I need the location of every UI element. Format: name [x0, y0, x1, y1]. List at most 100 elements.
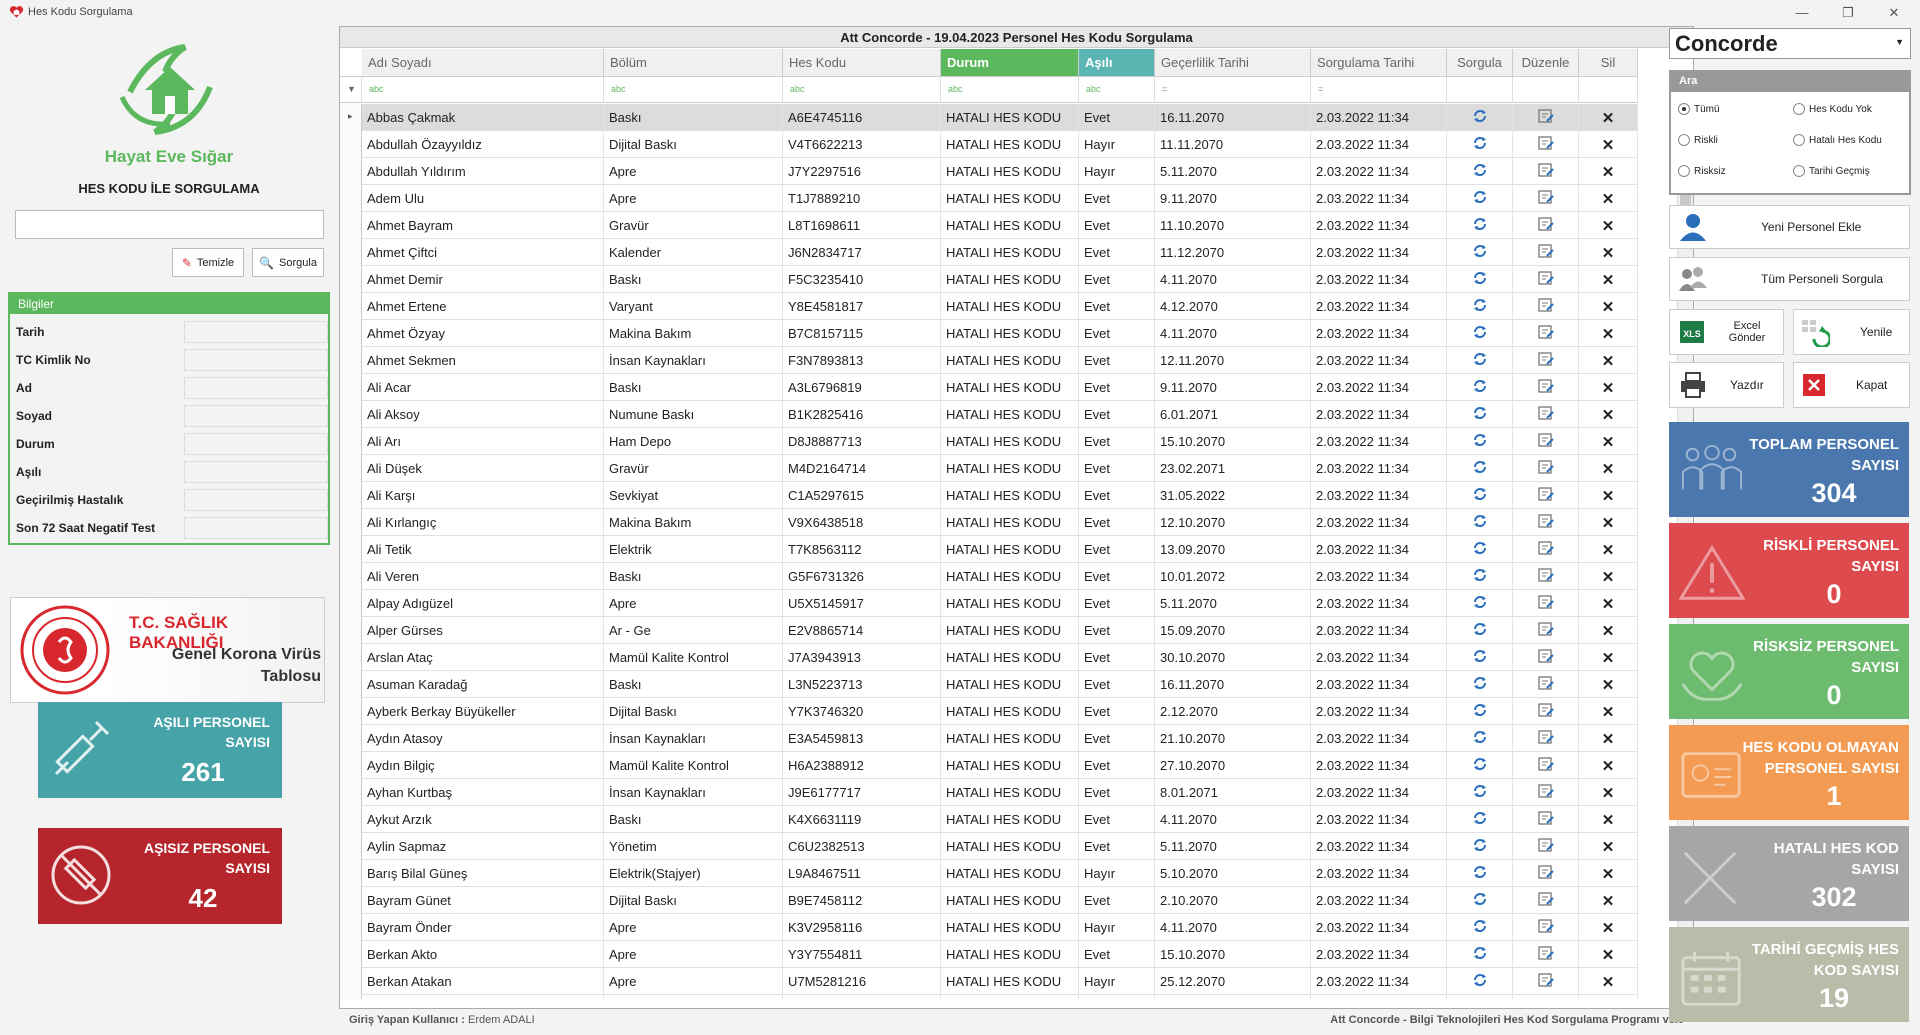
row-indicator[interactable]: [340, 941, 362, 968]
table-row[interactable]: Abdullah Yıldırım Apre J7Y2297516 HATALI HE…: [340, 158, 1638, 185]
table-row[interactable]: Ayberk Berkay Büyükeller Dijital Baskı Y7K…: [340, 698, 1638, 725]
row-indicator[interactable]: [340, 698, 362, 725]
query-row-icon[interactable]: [1447, 185, 1513, 212]
query-row-icon[interactable]: [1447, 401, 1513, 428]
row-indicator[interactable]: [340, 968, 362, 995]
row-indicator[interactable]: [340, 725, 362, 752]
stat-card-people[interactable]: TOPLAM PERSONEL SAYISI 304: [1669, 422, 1909, 517]
table-row[interactable]: Bayram Günet Dijital Baskı B9E7458112 HATAL…: [340, 887, 1638, 914]
query-row-icon[interactable]: [1447, 644, 1513, 671]
edit-row-icon[interactable]: [1513, 941, 1579, 968]
edit-row-icon[interactable]: [1513, 320, 1579, 347]
delete-row-icon[interactable]: ✕: [1579, 968, 1638, 995]
query-row-icon[interactable]: [1447, 806, 1513, 833]
query-row-icon[interactable]: [1447, 779, 1513, 806]
query-row-icon[interactable]: [1447, 536, 1513, 563]
query-row-icon[interactable]: [1447, 995, 1513, 999]
delete-row-icon[interactable]: ✕: [1579, 320, 1638, 347]
delete-row-icon[interactable]: ✕: [1579, 860, 1638, 887]
edit-row-icon[interactable]: [1513, 239, 1579, 266]
delete-row-icon[interactable]: ✕: [1579, 293, 1638, 320]
table-row[interactable]: Aydın Atasoy İnsan Kaynakları E3A5459813 HA…: [340, 725, 1638, 752]
filter-query-date[interactable]: =: [1311, 77, 1447, 103]
delete-row-icon[interactable]: ✕: [1579, 509, 1638, 536]
edit-row-icon[interactable]: [1513, 455, 1579, 482]
query-row-icon[interactable]: [1447, 320, 1513, 347]
row-indicator[interactable]: [340, 806, 362, 833]
query-all-button[interactable]: Tüm Personeli Sorgula: [1669, 257, 1910, 301]
excel-send-button[interactable]: XLS Excel Gönder: [1669, 309, 1784, 355]
table-row[interactable]: Alper Gürses Ar - Ge E2V8865714 HATALI HES …: [340, 617, 1638, 644]
edit-row-icon[interactable]: [1513, 266, 1579, 293]
col-header-query-date[interactable]: Sorgulama Tarihi: [1311, 49, 1447, 76]
surname-field[interactable]: [184, 405, 328, 427]
edit-row-icon[interactable]: [1513, 131, 1579, 158]
row-indicator[interactable]: [340, 212, 362, 239]
row-indicator[interactable]: [340, 374, 362, 401]
radio-riskless[interactable]: Risksiz: [1678, 165, 1726, 177]
row-indicator[interactable]: [340, 131, 362, 158]
query-row-icon[interactable]: [1447, 833, 1513, 860]
table-row[interactable]: Ahmet Sekmen İnsan Kaynakları F3N7893813 HA…: [340, 347, 1638, 374]
query-row-icon[interactable]: [1447, 941, 1513, 968]
table-row[interactable]: Ali Acar Baskı A3L6796819 HATALI HES KODU Ev…: [340, 374, 1638, 401]
radio-wrong-hes[interactable]: Hatalı Hes Kodu: [1793, 134, 1882, 146]
table-row[interactable]: Ahmet Bayram Gravür L8T1698611 HATALI HES K…: [340, 212, 1638, 239]
query-row-icon[interactable]: [1447, 104, 1513, 131]
row-indicator[interactable]: [340, 914, 362, 941]
col-header-hes-code[interactable]: Hes Kodu: [783, 49, 941, 76]
table-row[interactable]: Ahmet Özyay Makina Bakım B7C8157115 HATALI …: [340, 320, 1638, 347]
edit-row-icon[interactable]: [1513, 293, 1579, 320]
edit-row-icon[interactable]: [1513, 860, 1579, 887]
row-indicator[interactable]: [340, 752, 362, 779]
delete-row-icon[interactable]: ✕: [1579, 725, 1638, 752]
table-row[interactable]: Asuman Karadağ Baskı L3N5223713 HATALI HES …: [340, 671, 1638, 698]
delete-row-icon[interactable]: ✕: [1579, 752, 1638, 779]
row-indicator[interactable]: [340, 617, 362, 644]
delete-row-icon[interactable]: ✕: [1579, 833, 1638, 860]
table-row[interactable]: Ali Veren Baskı G5F6731326 HATALI HES KODU E…: [340, 563, 1638, 590]
query-row-icon[interactable]: [1447, 887, 1513, 914]
query-row-icon[interactable]: [1447, 752, 1513, 779]
delete-row-icon[interactable]: ✕: [1579, 374, 1638, 401]
filter-hes-code[interactable]: abc: [783, 77, 941, 103]
table-row[interactable]: Ahmet Ertene Varyant Y8E4581817 HATALI HES …: [340, 293, 1638, 320]
query-row-icon[interactable]: [1447, 374, 1513, 401]
close-window-button[interactable]: ✕: [1874, 2, 1914, 24]
delete-row-icon[interactable]: ✕: [1579, 482, 1638, 509]
edit-row-icon[interactable]: [1513, 806, 1579, 833]
delete-row-icon[interactable]: ✕: [1579, 104, 1638, 131]
query-row-icon[interactable]: [1447, 482, 1513, 509]
edit-row-icon[interactable]: [1513, 563, 1579, 590]
table-row[interactable]: Abdullah Özayyıldız Dijital Baskı V4T66222…: [340, 131, 1638, 158]
test-field[interactable]: [184, 517, 328, 539]
query-row-icon[interactable]: [1447, 563, 1513, 590]
stat-card-calendar[interactable]: TARİHİ GEÇMİŞ HES KOD SAYISI 19: [1669, 927, 1909, 1022]
delete-row-icon[interactable]: ✕: [1579, 239, 1638, 266]
row-indicator[interactable]: ▸: [340, 104, 362, 131]
edit-row-icon[interactable]: [1513, 725, 1579, 752]
query-row-icon[interactable]: [1447, 347, 1513, 374]
row-indicator[interactable]: [340, 401, 362, 428]
table-row[interactable]: Berzan AvazVaryantN1R8562111HATALI HES K…: [340, 995, 1638, 999]
query-row-icon[interactable]: [1447, 860, 1513, 887]
edit-row-icon[interactable]: [1513, 833, 1579, 860]
new-personnel-button[interactable]: Yeni Personel Ekle: [1669, 205, 1910, 249]
table-row[interactable]: Aylin Sapmaz Yönetim C6U2382513 HATALI HES …: [340, 833, 1638, 860]
delete-row-icon[interactable]: ✕: [1579, 347, 1638, 374]
table-row[interactable]: Alpay Adıgüzel Apre U5X5145917 HATALI HES K…: [340, 590, 1638, 617]
radio-no-hes[interactable]: Hes Kodu Yok: [1793, 103, 1872, 115]
col-header-vaccinated[interactable]: Aşılı: [1079, 49, 1155, 76]
delete-row-icon[interactable]: ✕: [1579, 131, 1638, 158]
query-row-icon[interactable]: [1447, 212, 1513, 239]
name-field[interactable]: [184, 377, 328, 399]
illness-field[interactable]: [184, 489, 328, 511]
table-row[interactable]: Ahmet Çiftci Kalender J6N2834717 HATALI HES…: [340, 239, 1638, 266]
delete-row-icon[interactable]: ✕: [1579, 995, 1638, 999]
delete-row-icon[interactable]: ✕: [1579, 563, 1638, 590]
date-field[interactable]: [184, 321, 328, 343]
filter-vaccinated[interactable]: abc: [1079, 77, 1155, 103]
row-indicator[interactable]: [340, 860, 362, 887]
edit-row-icon[interactable]: [1513, 698, 1579, 725]
edit-row-icon[interactable]: [1513, 644, 1579, 671]
